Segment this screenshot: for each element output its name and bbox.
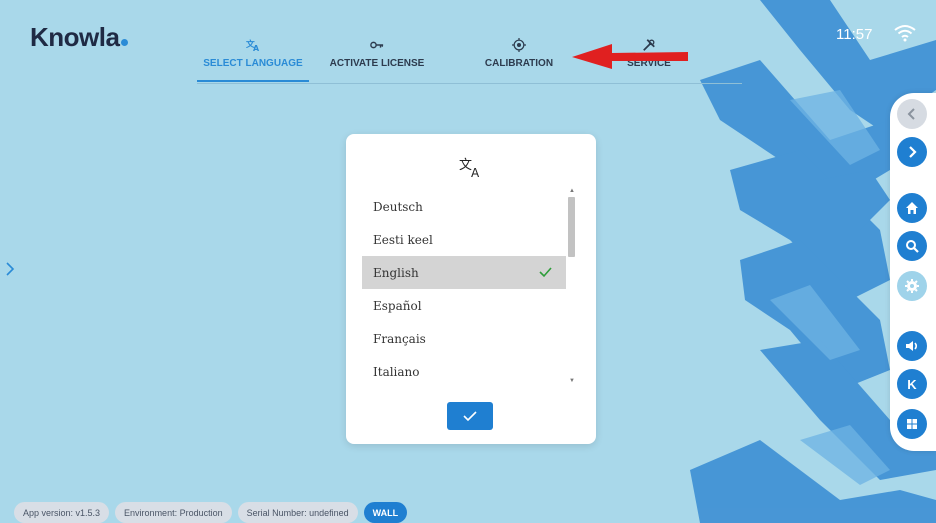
svg-text:A: A — [471, 166, 480, 178]
right-sidebar-panel: K — [890, 93, 936, 451]
language-option-francais[interactable]: Français — [362, 322, 566, 355]
tab-select-language[interactable]: 文 A SELECT LANGUAGE — [197, 38, 309, 82]
logo-dot — [121, 39, 129, 46]
forward-button[interactable] — [897, 137, 927, 167]
tab-bar-divider — [197, 83, 742, 84]
volume-icon — [906, 341, 918, 351]
scroll-down-arrow-icon[interactable]: ▼ — [569, 378, 575, 384]
environment-badge: Environment: Production — [115, 502, 232, 523]
checkmark-icon — [539, 267, 552, 278]
logo-text: Knowla — [30, 22, 120, 52]
forward-chevron-icon — [909, 146, 917, 158]
settings-gear-icon — [905, 279, 919, 293]
wall-mode-badge: WALL — [363, 502, 408, 523]
knowla-k-button[interactable]: K — [897, 369, 927, 399]
tab-label: SELECT LANGUAGE — [203, 58, 303, 69]
language-label: English — [373, 265, 419, 280]
settings-button[interactable] — [897, 271, 927, 301]
footer-info-bar: App version: v1.5.3 Environment: Product… — [14, 502, 408, 523]
windows-icon — [907, 419, 917, 429]
language-option-italiano[interactable]: Italiano — [362, 355, 566, 388]
scroll-up-arrow-icon[interactable]: ▲ — [569, 188, 575, 194]
target-icon — [512, 38, 526, 52]
tab-label: ACTIVATE LICENSE — [329, 58, 425, 69]
language-label: Español — [373, 298, 422, 313]
back-chevron-icon — [907, 108, 915, 120]
language-label: Deutsch — [373, 199, 423, 214]
language-label: Eesti keel — [373, 232, 433, 247]
back-button[interactable] — [897, 99, 927, 129]
knowla-logo: Knowla — [30, 22, 129, 53]
search-icon — [906, 240, 919, 253]
tab-calibration[interactable]: CALIBRATION — [445, 38, 593, 82]
language-list-scrollbar[interactable] — [568, 197, 575, 257]
left-edge-chevron-icon[interactable] — [5, 262, 15, 276]
checkmark-icon — [463, 411, 477, 422]
language-label: Italiano — [373, 364, 420, 379]
language-option-deutsch[interactable]: Deutsch — [362, 190, 566, 223]
language-option-eesti[interactable]: Eesti keel — [362, 223, 566, 256]
language-select-dialog: 文 A Deutsch Eesti keel English Español F… — [346, 134, 596, 444]
language-label: Français — [373, 331, 426, 346]
volume-button[interactable] — [897, 331, 927, 361]
translate-icon: 文 A — [459, 158, 480, 178]
red-annotation-arrow — [572, 44, 688, 69]
svg-text:A: A — [253, 44, 260, 52]
language-option-english[interactable]: English — [362, 256, 566, 289]
confirm-language-button[interactable] — [447, 402, 493, 430]
windows-button[interactable] — [897, 409, 927, 439]
home-icon — [906, 202, 918, 214]
key-icon — [370, 41, 384, 49]
wifi-icon — [894, 25, 916, 42]
serial-number-badge: Serial Number: undefined — [237, 502, 358, 523]
home-button[interactable] — [897, 193, 927, 223]
tab-activate-license[interactable]: ACTIVATE LICENSE — [309, 38, 445, 82]
app-version-badge: App version: v1.5.3 — [14, 502, 110, 523]
knowla-k-icon: K — [907, 376, 917, 392]
search-button[interactable] — [897, 231, 927, 261]
language-option-espanol[interactable]: Español — [362, 289, 566, 322]
tab-label: CALIBRATION — [484, 58, 554, 69]
translate-icon: 文 A — [246, 38, 260, 52]
status-clock: 11:57 — [836, 26, 873, 43]
